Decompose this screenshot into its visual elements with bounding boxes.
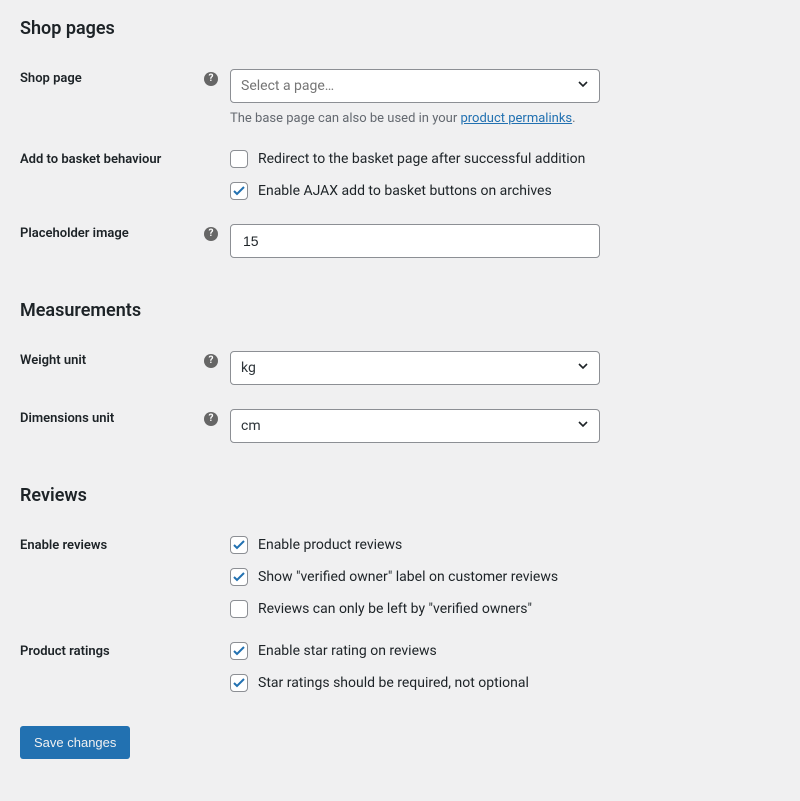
dimensions-unit-value: cm [241,418,261,434]
chevron-down-icon [577,418,589,434]
verified-owners-only-checkbox[interactable] [230,600,248,618]
section-heading-reviews: Reviews [20,485,780,506]
redirect-checkbox[interactable] [230,150,248,168]
dimensions-unit-label: Dimensions unit [20,411,114,426]
star-ratings-required-checkbox[interactable] [230,674,248,692]
dimensions-unit-select[interactable]: cm [230,409,600,443]
section-heading-measurements: Measurements [20,300,780,321]
redirect-checkbox-label: Redirect to the basket page after succes… [258,151,585,167]
verified-owner-label-text: Show "verified owner" label on customer … [258,569,558,585]
placeholder-image-label: Placeholder image [20,226,129,241]
save-changes-button[interactable]: Save changes [20,726,130,759]
section-heading-shop-pages: Shop pages [20,18,780,39]
verified-owners-only-label: Reviews can only be left by "verified ow… [258,601,532,617]
add-to-basket-label: Add to basket behaviour [20,152,161,167]
star-ratings-required-label: Star ratings should be required, not opt… [258,675,529,691]
chevron-down-icon [577,78,589,94]
enable-star-rating-label: Enable star rating on reviews [258,643,437,659]
shop-page-select-value: Select a page… [241,78,334,94]
enable-product-reviews-label: Enable product reviews [258,537,402,553]
placeholder-image-input[interactable] [241,225,569,257]
enable-product-reviews-checkbox[interactable] [230,536,248,554]
help-icon[interactable]: ? [204,354,218,368]
enable-reviews-label: Enable reviews [20,538,107,553]
shop-page-label: Shop page [20,71,82,86]
help-icon[interactable]: ? [204,227,218,241]
weight-unit-value: kg [241,360,256,376]
help-icon[interactable]: ? [204,72,218,86]
ajax-checkbox[interactable] [230,182,248,200]
enable-star-rating-checkbox[interactable] [230,642,248,660]
help-icon[interactable]: ? [204,412,218,426]
weight-unit-label: Weight unit [20,353,86,368]
weight-unit-select[interactable]: kg [230,351,600,385]
chevron-down-icon [577,360,589,376]
placeholder-image-input-wrapper [230,224,600,258]
product-ratings-label: Product ratings [20,644,110,659]
verified-owner-label-checkbox[interactable] [230,568,248,586]
ajax-checkbox-label: Enable AJAX add to basket buttons on arc… [258,183,552,199]
shop-page-description: The base page can also be used in your p… [230,111,780,126]
product-permalinks-link[interactable]: product permalinks [460,111,572,126]
shop-page-select[interactable]: Select a page… [230,69,600,103]
